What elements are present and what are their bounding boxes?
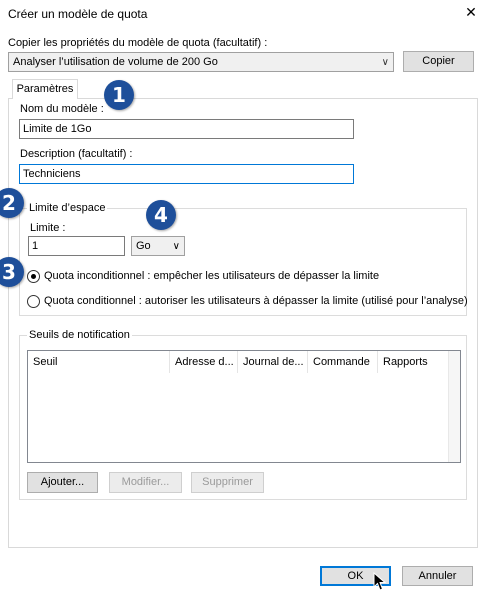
hard-quota-radio[interactable] [27,270,40,283]
hard-quota-label[interactable]: Quota inconditionnel : empêcher les util… [44,270,379,282]
template-select[interactable]: Analyser l’utilisation de volume de 200 … [8,52,394,72]
description-input[interactable]: Techniciens [19,164,354,184]
add-button[interactable]: Ajouter... [27,472,98,493]
edit-button[interactable]: Modifier... [109,472,182,493]
tab-settings[interactable]: Paramètres [12,79,78,99]
list-scrollbar[interactable] [448,351,460,462]
cancel-button[interactable]: Annuler [402,566,473,586]
column-header-command[interactable]: Commande [308,351,378,373]
copy-template-label: Copier les propriétés du modèle de quota… [8,37,268,49]
column-header-threshold[interactable]: Seuil [28,351,170,373]
copy-button[interactable]: Copier [403,51,474,72]
chevron-down-icon: ∨ [172,241,180,252]
callout-badge-1: 1 [104,80,134,110]
soft-quota-radio[interactable] [27,295,40,308]
space-limit-title: Limite d’espace [27,202,108,214]
notification-title: Seuils de notification [27,329,132,341]
mouse-pointer-icon [373,572,387,591]
radio-selected-dot [31,274,36,279]
thresholds-list[interactable]: Seuil Adresse d... Journal de... Command… [27,350,461,463]
column-header-event-log[interactable]: Journal de... [238,351,308,373]
column-header-reports[interactable]: Rapports [378,351,448,373]
soft-quota-label[interactable]: Quota conditionnel : autoriser les utili… [44,295,468,307]
template-select-value: Analyser l’utilisation de volume de 200 … [13,56,218,68]
window-title: Créer un modèle de quota [8,7,148,21]
template-name-input[interactable]: Limite de 1Go [19,119,354,139]
unit-select-value: Go [136,240,151,252]
column-header-email[interactable]: Adresse d... [170,351,238,373]
template-name-label: Nom du modèle : [20,103,104,115]
close-icon[interactable]: ✕ [462,2,480,22]
chevron-down-icon: ∨ [381,57,389,68]
delete-button[interactable]: Supprimer [191,472,264,493]
description-label: Description (facultatif) : [20,148,133,160]
limit-input[interactable]: 1 [28,236,125,256]
unit-select[interactable]: Go ∨ [131,236,185,256]
callout-badge-4: 4 [146,200,176,230]
limit-label: Limite : [30,222,66,234]
